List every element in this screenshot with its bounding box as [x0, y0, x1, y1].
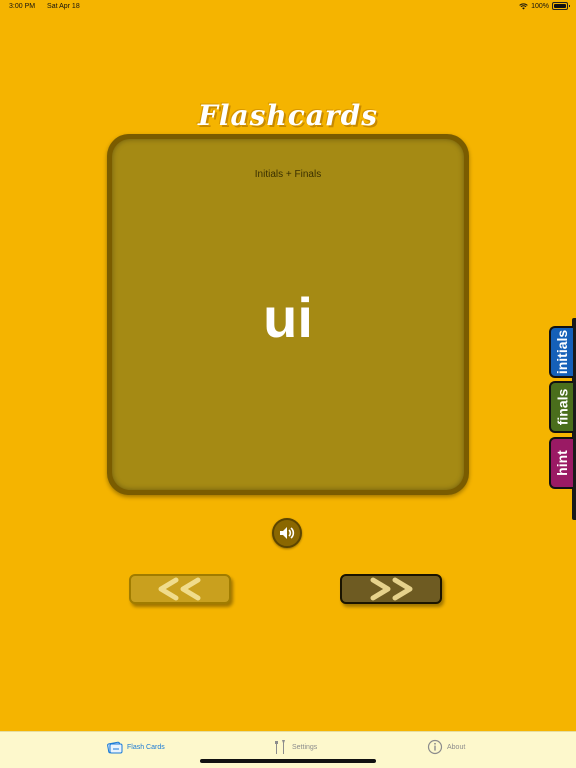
status-bar: 3:00 PM Sat Apr 18 100%: [0, 0, 576, 14]
page-title: Flashcards: [197, 99, 379, 132]
tab-settings-label: Settings: [292, 743, 318, 751]
flashcard-face[interactable]: Initials + Finals ui: [112, 139, 464, 490]
speaker-icon: [280, 527, 295, 539]
status-time: 3:00 PM: [9, 3, 36, 10]
double-chevron-right-icon: [370, 577, 413, 601]
tab-flash-cards-label: Flash Cards: [127, 743, 165, 751]
tab-about[interactable]: About: [427, 738, 465, 756]
tab-finals-label: finals: [554, 388, 571, 426]
play-sound-button[interactable]: [272, 518, 302, 548]
previous-card-button[interactable]: [129, 574, 231, 604]
tab-hint[interactable]: hint: [549, 437, 573, 489]
side-tab-group: initials finals hint: [548, 318, 576, 520]
battery-percent: 100%: [531, 2, 549, 10]
home-indicator: [200, 759, 376, 763]
tab-flash-cards[interactable]: Flash Cards: [107, 738, 165, 756]
tab-initials-label: initials: [554, 329, 571, 375]
wifi-icon: [519, 2, 528, 9]
info-icon: [427, 739, 443, 755]
tab-about-label: About: [447, 743, 466, 751]
tab-finals[interactable]: finals: [549, 381, 573, 433]
tab-hint-label: hint: [554, 450, 570, 476]
flashcards-icon: [107, 741, 123, 754]
status-date: Sat Apr 18: [47, 3, 80, 10]
card-category: Initials + Finals: [254, 169, 322, 180]
tab-settings[interactable]: Settings: [272, 738, 317, 756]
status-right: 100%: [519, 2, 570, 10]
next-card-button[interactable]: [340, 574, 442, 604]
flashcard[interactable]: Initials + Finals ui: [107, 134, 469, 495]
tools-icon: [275, 740, 285, 754]
battery-icon: [552, 2, 570, 10]
double-chevron-left-icon: [158, 577, 201, 601]
status-left: 3:00 PM Sat Apr 18: [9, 3, 90, 10]
tab-initials[interactable]: initials: [549, 326, 573, 378]
card-word: ui: [263, 286, 313, 349]
